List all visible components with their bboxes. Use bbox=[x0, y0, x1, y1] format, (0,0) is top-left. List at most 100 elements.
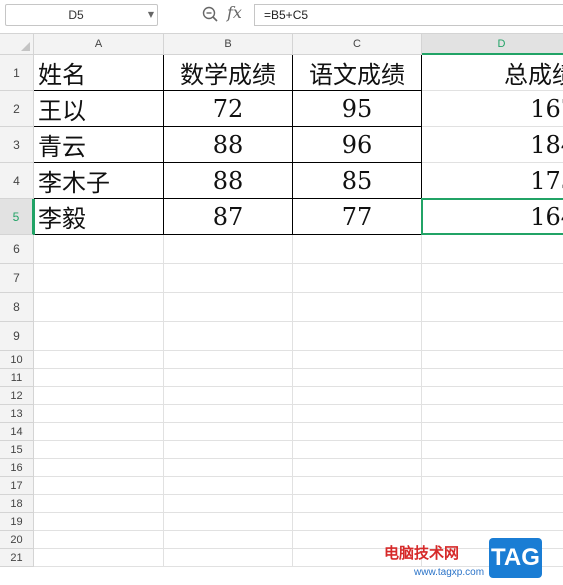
empty-cell[interactable] bbox=[293, 369, 422, 387]
chevron-down-icon[interactable]: ▼ bbox=[148, 5, 154, 25]
header-cell[interactable]: 数学成绩 bbox=[164, 55, 293, 91]
function-icon[interactable]: fx bbox=[227, 3, 242, 22]
row-header-12[interactable]: 12 bbox=[0, 387, 34, 405]
empty-cell[interactable] bbox=[164, 369, 293, 387]
empty-cell[interactable] bbox=[34, 387, 164, 405]
row-header-17[interactable]: 17 bbox=[0, 477, 34, 495]
empty-cell[interactable] bbox=[164, 459, 293, 477]
empty-cell[interactable] bbox=[34, 531, 164, 549]
empty-cell[interactable] bbox=[164, 351, 293, 369]
row-header-11[interactable]: 11 bbox=[0, 369, 34, 387]
empty-cell[interactable] bbox=[164, 405, 293, 423]
empty-cell[interactable] bbox=[34, 322, 164, 351]
empty-cell[interactable] bbox=[422, 459, 563, 477]
empty-cell[interactable] bbox=[293, 513, 422, 531]
data-cell[interactable]: 88 bbox=[164, 127, 293, 163]
data-cell[interactable]: 85 bbox=[293, 163, 422, 199]
data-cell[interactable]: 95 bbox=[293, 91, 422, 127]
data-cell[interactable]: 72 bbox=[164, 91, 293, 127]
row-header-3[interactable]: 3 bbox=[0, 127, 34, 163]
empty-cell[interactable] bbox=[422, 322, 563, 351]
data-cell[interactable]: 184 bbox=[422, 127, 563, 163]
row-header-15[interactable]: 15 bbox=[0, 441, 34, 459]
header-cell[interactable]: 语文成绩 bbox=[293, 55, 422, 91]
empty-cell[interactable] bbox=[422, 513, 563, 531]
zoom-out-icon[interactable] bbox=[201, 5, 219, 23]
empty-cell[interactable] bbox=[34, 264, 164, 293]
formula-input[interactable]: =B5+C5 bbox=[254, 4, 563, 26]
empty-cell[interactable] bbox=[34, 513, 164, 531]
data-cell[interactable]: 王以 bbox=[34, 91, 164, 127]
empty-cell[interactable] bbox=[164, 441, 293, 459]
data-cell[interactable]: 96 bbox=[293, 127, 422, 163]
data-cell[interactable]: 87 bbox=[164, 199, 293, 235]
empty-cell[interactable] bbox=[34, 369, 164, 387]
row-header-21[interactable]: 21 bbox=[0, 549, 34, 567]
name-box[interactable]: D5 ▼ bbox=[5, 4, 158, 26]
row-header-14[interactable]: 14 bbox=[0, 423, 34, 441]
empty-cell[interactable] bbox=[293, 441, 422, 459]
data-cell[interactable]: 77 bbox=[293, 199, 422, 235]
row-header-5[interactable]: 5 bbox=[0, 199, 34, 235]
empty-cell[interactable] bbox=[293, 495, 422, 513]
row-header-1[interactable]: 1 bbox=[0, 55, 34, 91]
empty-cell[interactable] bbox=[164, 531, 293, 549]
data-cell[interactable]: 88 bbox=[164, 163, 293, 199]
row-header-19[interactable]: 19 bbox=[0, 513, 34, 531]
empty-cell[interactable] bbox=[164, 387, 293, 405]
data-cell[interactable]: 173 bbox=[422, 163, 563, 199]
data-cell[interactable]: 青云 bbox=[34, 127, 164, 163]
data-cell[interactable]: 164 bbox=[422, 199, 563, 235]
empty-cell[interactable] bbox=[164, 235, 293, 264]
empty-cell[interactable] bbox=[34, 495, 164, 513]
row-header-8[interactable]: 8 bbox=[0, 293, 34, 322]
empty-cell[interactable] bbox=[164, 549, 293, 567]
empty-cell[interactable] bbox=[293, 387, 422, 405]
row-header-9[interactable]: 9 bbox=[0, 322, 34, 351]
column-header-d[interactable]: D bbox=[422, 34, 563, 55]
row-header-10[interactable]: 10 bbox=[0, 351, 34, 369]
data-cell[interactable]: 李木子 bbox=[34, 163, 164, 199]
empty-cell[interactable] bbox=[422, 495, 563, 513]
empty-cell[interactable] bbox=[293, 351, 422, 369]
empty-cell[interactable] bbox=[164, 264, 293, 293]
header-cell[interactable]: 姓名 bbox=[34, 55, 164, 91]
empty-cell[interactable] bbox=[164, 293, 293, 322]
empty-cell[interactable] bbox=[422, 264, 563, 293]
empty-cell[interactable] bbox=[422, 235, 563, 264]
column-header-c[interactable]: C bbox=[293, 34, 422, 55]
empty-cell[interactable] bbox=[34, 459, 164, 477]
empty-cell[interactable] bbox=[164, 322, 293, 351]
header-cell[interactable]: 总成绩 bbox=[422, 55, 563, 91]
empty-cell[interactable] bbox=[293, 264, 422, 293]
row-header-18[interactable]: 18 bbox=[0, 495, 34, 513]
empty-cell[interactable] bbox=[164, 477, 293, 495]
select-all-corner[interactable] bbox=[0, 34, 34, 55]
data-cell[interactable]: 李毅 bbox=[34, 199, 164, 235]
row-header-16[interactable]: 16 bbox=[0, 459, 34, 477]
empty-cell[interactable] bbox=[34, 423, 164, 441]
empty-cell[interactable] bbox=[164, 423, 293, 441]
empty-cell[interactable] bbox=[422, 405, 563, 423]
empty-cell[interactable] bbox=[293, 293, 422, 322]
empty-cell[interactable] bbox=[164, 513, 293, 531]
data-cell[interactable]: 167 bbox=[422, 91, 563, 127]
empty-cell[interactable] bbox=[34, 549, 164, 567]
empty-cell[interactable] bbox=[34, 293, 164, 322]
empty-cell[interactable] bbox=[293, 235, 422, 264]
empty-cell[interactable] bbox=[422, 293, 563, 322]
empty-cell[interactable] bbox=[422, 477, 563, 495]
row-header-6[interactable]: 6 bbox=[0, 235, 34, 264]
row-header-7[interactable]: 7 bbox=[0, 264, 34, 293]
row-header-4[interactable]: 4 bbox=[0, 163, 34, 199]
empty-cell[interactable] bbox=[34, 405, 164, 423]
empty-cell[interactable] bbox=[164, 495, 293, 513]
empty-cell[interactable] bbox=[34, 441, 164, 459]
column-header-b[interactable]: B bbox=[164, 34, 293, 55]
empty-cell[interactable] bbox=[34, 477, 164, 495]
row-header-20[interactable]: 20 bbox=[0, 531, 34, 549]
empty-cell[interactable] bbox=[422, 423, 563, 441]
empty-cell[interactable] bbox=[293, 423, 422, 441]
row-header-2[interactable]: 2 bbox=[0, 91, 34, 127]
empty-cell[interactable] bbox=[293, 477, 422, 495]
